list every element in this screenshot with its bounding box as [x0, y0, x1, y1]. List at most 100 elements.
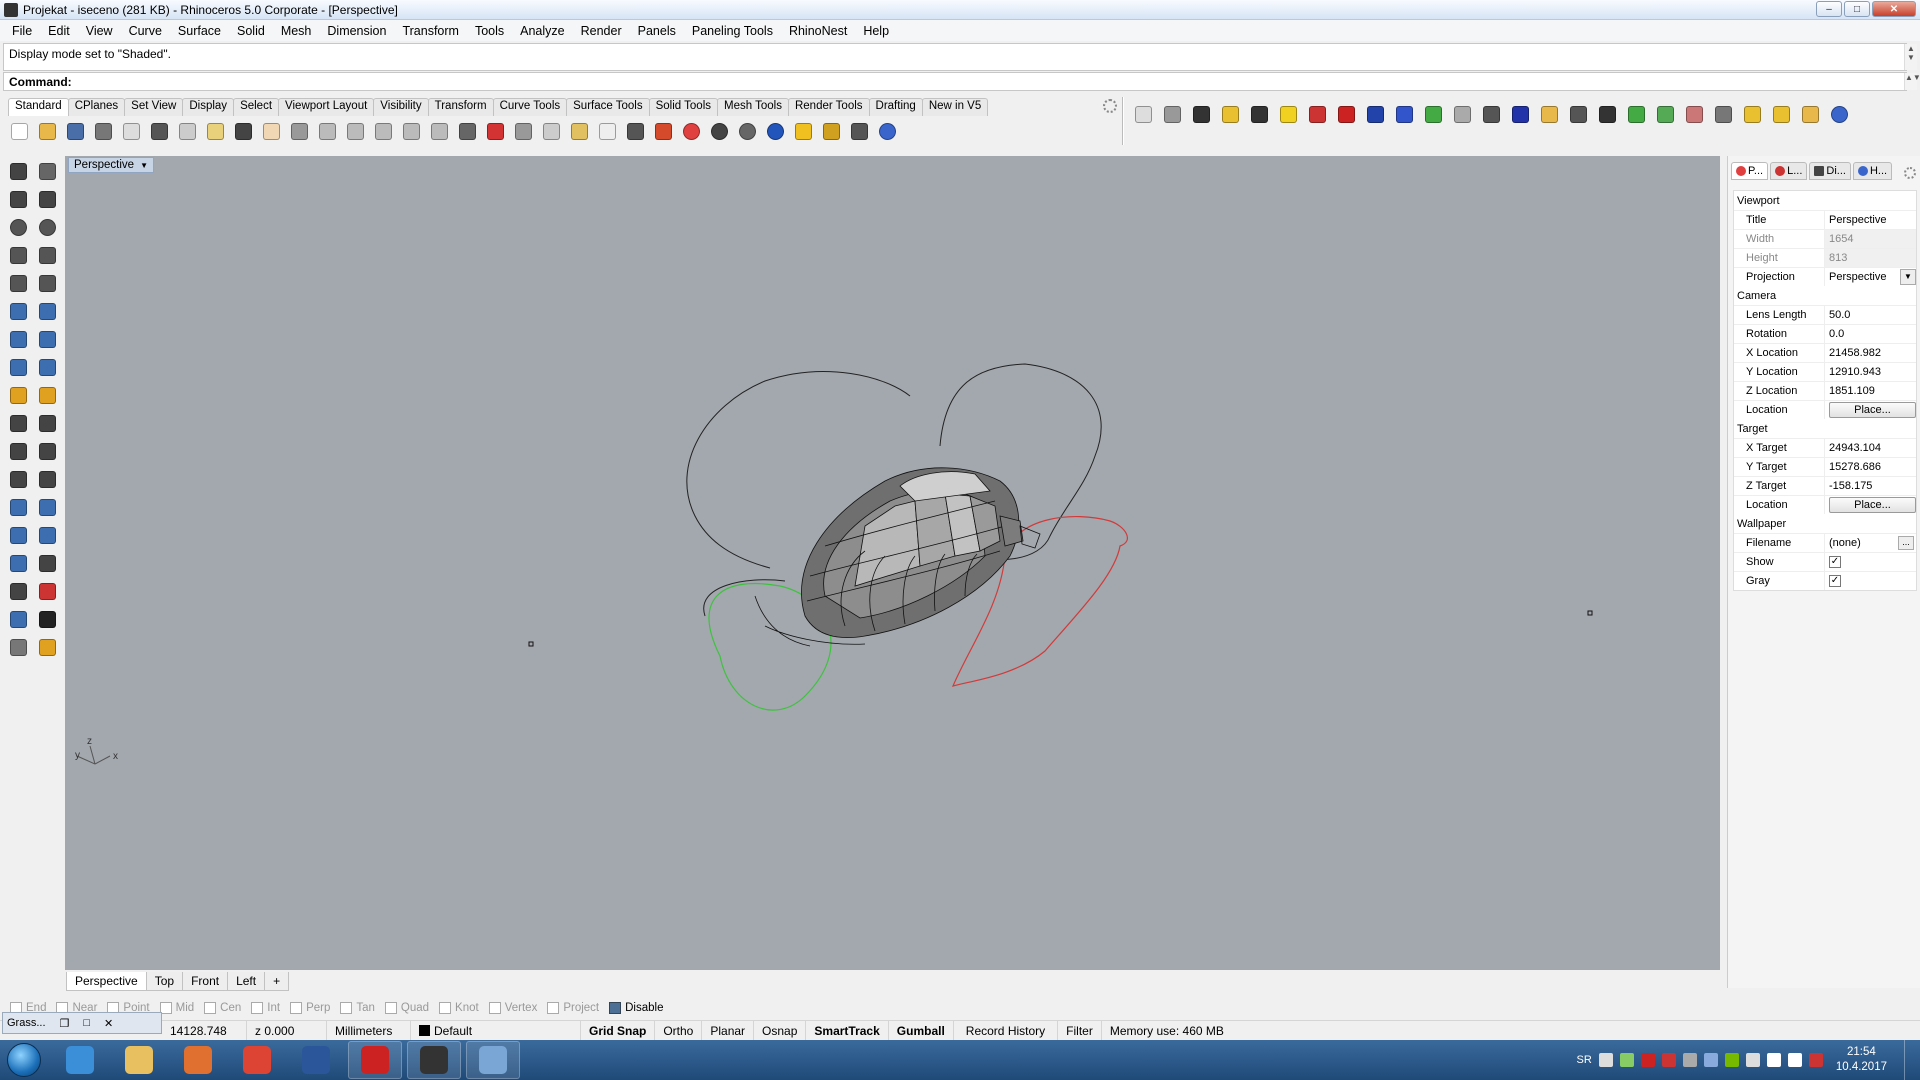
osnap-mid[interactable]: Mid	[159, 1002, 194, 1014]
polygon-button[interactable]	[6, 244, 30, 267]
green-grid-button[interactable]	[1625, 103, 1648, 126]
monitor-tray-icon[interactable]	[1682, 1053, 1697, 1067]
nest-button[interactable]	[1132, 103, 1155, 126]
extrude-surface-button[interactable]	[35, 300, 59, 323]
command-history-scrollbar[interactable]: ▲ ▼	[1904, 44, 1917, 70]
save-button[interactable]	[64, 120, 87, 143]
folders-button[interactable]	[1538, 103, 1561, 126]
cplane-minimized-window[interactable]: Grass... ❐ □ ✕	[2, 1012, 162, 1034]
tab-set-view[interactable]: Set View	[124, 98, 184, 116]
menu-dimension[interactable]: Dimension	[319, 24, 394, 38]
cut-button[interactable]	[148, 120, 171, 143]
dimension-button[interactable]	[848, 120, 871, 143]
car-button[interactable]	[484, 120, 507, 143]
menu-mesh[interactable]: Mesh	[273, 24, 320, 38]
viewport-menu-arrow-icon[interactable]: ▼	[140, 161, 148, 170]
export-button[interactable]	[120, 120, 143, 143]
copy-button[interactable]	[176, 120, 199, 143]
lens-length-field[interactable]: 50.0	[1824, 306, 1916, 324]
array-button[interactable]	[6, 580, 30, 603]
rectangle-button[interactable]	[35, 244, 59, 267]
title-field[interactable]: Perspective	[1824, 211, 1916, 229]
perspective-viewport[interactable]: z y x	[65, 156, 1720, 970]
z-target-field[interactable]: -158.175	[1824, 477, 1916, 495]
units-display[interactable]: Millimeters	[327, 1020, 411, 1041]
tab-render-tools[interactable]: Render Tools	[787, 98, 870, 116]
tab-display[interactable]: Display	[182, 98, 235, 116]
color-wheel-button[interactable]	[680, 120, 703, 143]
group-button[interactable]	[35, 440, 59, 463]
join-button[interactable]	[6, 440, 30, 463]
save-svg-button[interactable]	[1741, 103, 1764, 126]
close-icon[interactable]: ✕	[104, 1017, 113, 1030]
crop-button[interactable]	[1712, 103, 1735, 126]
boolean-button[interactable]	[35, 328, 59, 351]
help-button[interactable]	[876, 120, 899, 143]
scale-button[interactable]	[35, 496, 59, 519]
panel-settings-gear-icon[interactable]	[1904, 167, 1916, 179]
extend-button[interactable]	[35, 468, 59, 491]
command-line[interactable]: Command:	[3, 72, 1907, 91]
red-stack-button[interactable]	[1306, 103, 1329, 126]
panel-tab-help[interactable]: H...	[1852, 162, 1893, 180]
render-sphere-button[interactable]	[708, 120, 731, 143]
tab-curve-tools[interactable]: Curve Tools	[492, 98, 568, 116]
osnap-checkbox[interactable]	[251, 1002, 264, 1014]
shield-tray-icon[interactable]	[1745, 1053, 1760, 1067]
acrobat-tray-icon[interactable]	[1640, 1053, 1655, 1067]
zoom-selected-button[interactable]	[400, 120, 423, 143]
rotate-view-button[interactable]	[288, 120, 311, 143]
zoom-extents-button[interactable]	[372, 120, 395, 143]
blue-box-button[interactable]	[1393, 103, 1416, 126]
tab-visibility[interactable]: Visibility	[373, 98, 429, 116]
tab-cplanes[interactable]: CPlanes	[67, 98, 126, 116]
show-checkbox[interactable]: ✓	[1829, 556, 1841, 568]
ortho-toggle[interactable]: Ortho	[655, 1020, 703, 1041]
point-button[interactable]	[35, 160, 59, 183]
solid-box-button[interactable]	[6, 552, 30, 575]
tab-drafting[interactable]: Drafting	[868, 98, 923, 116]
osnap-toggle[interactable]: Osnap	[754, 1020, 807, 1041]
magic-wand-button[interactable]	[1567, 103, 1590, 126]
chrome-taskbar-button[interactable]	[230, 1041, 284, 1079]
viewport-tab-left[interactable]: Left	[227, 971, 266, 991]
frame-button[interactable]	[1596, 103, 1619, 126]
language-indicator[interactable]: SR	[1577, 1054, 1592, 1066]
paste-button[interactable]	[204, 120, 227, 143]
record-history-toggle[interactable]: Record History	[954, 1020, 1059, 1041]
zoom-window-button[interactable]	[344, 120, 367, 143]
y-target-field[interactable]: 15278.686	[1824, 458, 1916, 476]
file-explorer-taskbar-button[interactable]	[112, 1041, 166, 1079]
osnap-quad[interactable]: Quad	[384, 1002, 429, 1014]
add-viewport-tab-button[interactable]: +	[264, 971, 290, 991]
command-line-scrollbar[interactable]: ▲▼	[1904, 73, 1920, 90]
osnap-checkbox[interactable]	[204, 1002, 217, 1014]
analyze-button[interactable]	[35, 580, 59, 603]
menu-view[interactable]: View	[78, 24, 121, 38]
chevron-down-icon[interactable]: ▼	[1900, 269, 1916, 285]
loft-button[interactable]	[6, 608, 30, 631]
block-button[interactable]	[6, 524, 30, 547]
autocad-tray-icon[interactable]	[1661, 1053, 1676, 1067]
minimize-button[interactable]: –	[1816, 1, 1842, 17]
restore-icon[interactable]: ❐	[60, 1017, 70, 1030]
menu-analyze[interactable]: Analyze	[512, 24, 572, 38]
osnap-perp[interactable]: Perp	[290, 1002, 330, 1014]
b-button[interactable]	[1683, 103, 1706, 126]
menu-help[interactable]: Help	[855, 24, 897, 38]
print-button[interactable]	[92, 120, 115, 143]
panel-tab-layers[interactable]: L...	[1770, 162, 1808, 180]
tab-surface-tools[interactable]: Surface Tools	[566, 98, 650, 116]
volume-tray-icon[interactable]	[1787, 1053, 1802, 1067]
viewport-tab-top[interactable]: Top	[145, 971, 184, 991]
flag-button[interactable]	[1480, 103, 1503, 126]
gray-checkbox[interactable]: ✓	[1829, 575, 1841, 587]
green-star-button[interactable]	[1422, 103, 1445, 126]
offset-button[interactable]	[6, 468, 30, 491]
network-tray-icon[interactable]	[1619, 1053, 1634, 1067]
menu-panels[interactable]: Panels	[630, 24, 684, 38]
osnap-checkbox[interactable]	[439, 1002, 452, 1014]
osnap-checkbox[interactable]	[384, 1002, 397, 1014]
ruler-button[interactable]	[35, 552, 59, 575]
pan-hand-button[interactable]	[260, 120, 283, 143]
